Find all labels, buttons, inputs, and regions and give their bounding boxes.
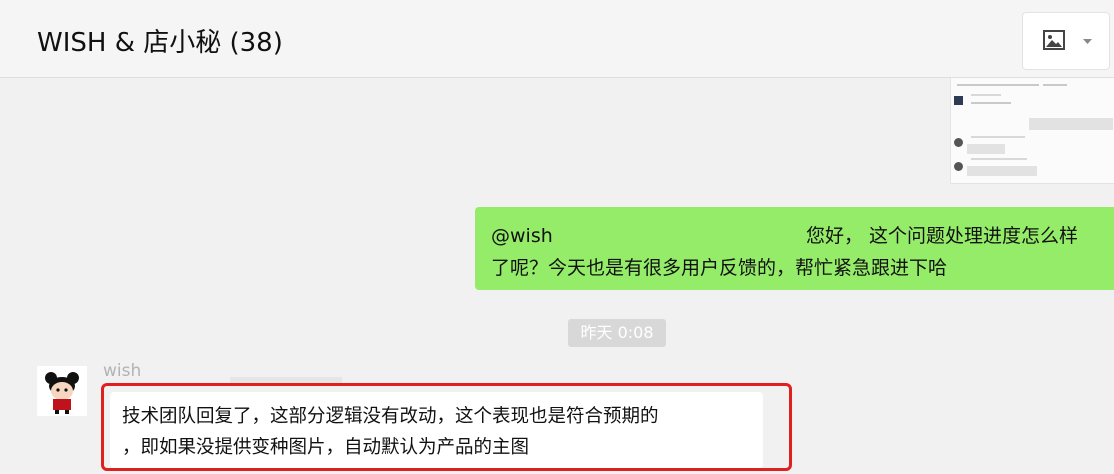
outgoing-message-bubble[interactable]: @wish 您好， 这个问题处理进度怎么样 了呢？今天也是有很多用户反馈的，帮忙紧… [475, 207, 1114, 290]
caret-down-icon [1083, 39, 1092, 44]
sender-avatar[interactable] [37, 366, 87, 416]
message-text-line2: 了呢？今天也是有很多用户反馈的，帮忙紧急跟进下哈 [491, 257, 948, 279]
timestamp-badge: 昨天 0:08 [568, 319, 666, 347]
image-dropdown-button[interactable] [1022, 12, 1110, 70]
screenshot-thumbnail[interactable] [950, 78, 1114, 184]
red-highlight-box [101, 383, 792, 471]
image-icon [1043, 30, 1065, 50]
chat-header: WISH & 店小秘 (38) [0, 0, 1114, 78]
sender-name: wish [103, 361, 142, 381]
chat-title: WISH & 店小秘 (38) [37, 28, 283, 58]
message-text-line1: 您好， 这个问题处理进度怎么样 [806, 225, 1079, 247]
avatar-icon [37, 366, 87, 416]
mention-text: @wish [491, 225, 553, 247]
